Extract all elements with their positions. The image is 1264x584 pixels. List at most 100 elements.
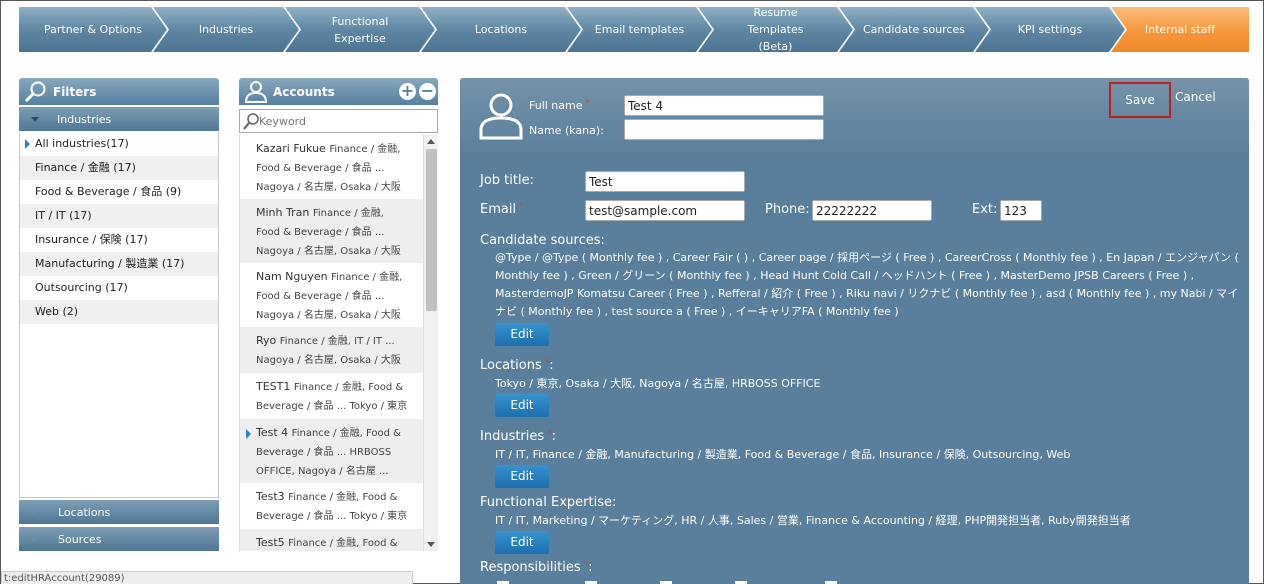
scrollbar-thumb[interactable] xyxy=(426,149,437,311)
filter-item-label: Finance / 金融 (17) xyxy=(35,161,136,174)
functional-expertise-label: Functional Expertise: xyxy=(480,495,617,510)
locations-filter-header[interactable]: Locations xyxy=(19,500,219,524)
step-label: Locations xyxy=(474,23,528,36)
save-button[interactable]: Save xyxy=(1109,82,1171,118)
locations-label: Locations *: xyxy=(480,358,554,373)
edit-locations-button[interactable]: Edit xyxy=(495,394,549,417)
step-label: Resume Templates (Beta) xyxy=(747,6,804,53)
functional-expertise-text: IT / IT, Marketing / マーケティング, HR / 人事, S… xyxy=(495,514,1131,527)
edit-label: Edit xyxy=(510,535,534,549)
minus-circle-icon[interactable]: − xyxy=(419,83,436,100)
sources-filter-header[interactable]: Sources xyxy=(19,527,219,551)
filter-item[interactable]: All industries(17) xyxy=(20,132,218,156)
scroll-down-icon[interactable] xyxy=(427,542,435,547)
filter-item[interactable]: IT / IT (17) xyxy=(20,204,218,228)
filter-item[interactable]: Food & Beverage / 食品 (9) xyxy=(20,180,218,204)
industries-filter-list: All industries(17) Finance / 金融 (17) Foo… xyxy=(19,132,219,498)
account-search[interactable] xyxy=(239,109,438,133)
filter-item-label: Insurance / 保険 (17) xyxy=(35,233,148,246)
filter-item[interactable]: Insurance / 保険 (17) xyxy=(20,228,218,252)
account-item[interactable]: Nam Nguyen Finance / 金融, Food & Beverage… xyxy=(240,263,424,327)
step-industries[interactable]: Industries xyxy=(153,7,299,52)
step-label: Candidate sources xyxy=(863,23,965,36)
locations-text: Tokyo / 東京, Osaka / 大阪, Nagoya / 名古屋, HR… xyxy=(495,377,821,390)
step-partner-options[interactable]: Partner & Options xyxy=(19,7,167,52)
edit-label: Edit xyxy=(510,398,534,412)
account-item[interactable]: Minh Tran Finance / 金融, Food & Beverage … xyxy=(240,199,424,263)
edit-industries-button[interactable]: Edit xyxy=(495,465,549,488)
account-item-selected[interactable]: Test 4 Finance / 金融, Food & Beverage / 食… xyxy=(240,419,424,483)
account-name: TEST1 xyxy=(256,380,291,393)
account-name: Minh Tran xyxy=(256,206,310,219)
accounts-title: Accounts xyxy=(273,84,335,99)
filters-header: Filters xyxy=(19,78,219,105)
account-item[interactable]: Ryo Finance / 金融, IT / IT ... Nagoya / 名… xyxy=(240,327,424,373)
account-search-input[interactable] xyxy=(259,112,429,130)
edit-label: Edit xyxy=(510,327,534,341)
edit-candidate-sources-button[interactable]: Edit xyxy=(495,323,549,346)
wizard-steps: Partner & Options Industries Functional … xyxy=(19,7,1249,52)
cancel-button[interactable]: Cancel xyxy=(1175,90,1216,104)
filter-item-label: Web (2) xyxy=(35,305,79,318)
full-name-input[interactable] xyxy=(624,95,824,116)
filter-item[interactable]: Outsourcing (17) xyxy=(20,276,218,300)
step-locations[interactable]: Locations xyxy=(421,7,581,52)
step-internal-staff[interactable]: Internal staff xyxy=(1111,7,1249,52)
phone-label: Phone: xyxy=(765,202,810,217)
filter-item-label: Food & Beverage / 食品 (9) xyxy=(35,185,182,198)
email-input[interactable] xyxy=(585,200,745,221)
industries-filter-header[interactable]: Industries xyxy=(19,107,219,131)
candidate-sources-label: Candidate sources: xyxy=(480,233,605,248)
ext-label: Ext: xyxy=(972,202,998,217)
search-icon xyxy=(243,113,259,130)
filter-item[interactable]: Manufacturing / 製造業 (17) xyxy=(20,252,218,276)
step-kpi-settings[interactable]: KPI settings xyxy=(975,7,1125,52)
job-title-input[interactable] xyxy=(585,171,745,192)
step-label: Partner & Options xyxy=(44,23,142,36)
account-item[interactable]: TEST1 Finance / 金融, Food & Beverage / 食品… xyxy=(240,373,424,419)
account-item[interactable]: Test3 Finance / 金融, Food & Beverage / 食品… xyxy=(240,483,424,529)
account-item[interactable]: Kazari Fukue Finance / 金融, Food & Bevera… xyxy=(240,135,424,199)
step-label: Functional Expertise xyxy=(331,14,389,45)
name-kana-input[interactable] xyxy=(624,119,824,140)
expand-icon xyxy=(33,508,38,516)
plus-circle-icon[interactable]: + xyxy=(399,83,416,100)
step-label: Email templates xyxy=(594,23,685,36)
account-detail: Finance / 金融, IT / IT ... Nagoya / 名古屋, … xyxy=(256,336,401,366)
filter-item[interactable]: Web (2) xyxy=(20,300,218,324)
industries-filter-label: Industries xyxy=(57,112,112,126)
step-label: KPI settings xyxy=(1017,23,1083,36)
account-item[interactable]: Test5 Finance / 金融, Food & ... xyxy=(240,529,424,551)
filter-item-label: IT / IT (17) xyxy=(35,209,92,222)
accounts-scrollbar[interactable] xyxy=(423,135,438,551)
step-functional-expertise[interactable]: Functional Expertise xyxy=(285,7,435,52)
edit-functional-expertise-button[interactable]: Edit xyxy=(495,531,549,554)
step-candidate-sources[interactable]: Candidate sources xyxy=(839,7,989,52)
step-resume-templates[interactable]: Resume Templates (Beta) xyxy=(698,7,853,52)
phone-input[interactable] xyxy=(812,200,932,221)
name-kana-label: Name (kana): xyxy=(529,124,604,137)
step-email-templates[interactable]: Email templates xyxy=(567,7,712,52)
user-avatar-icon xyxy=(479,93,523,140)
status-text: t:editHRAccount(29089) xyxy=(4,573,125,584)
filters-title: Filters xyxy=(53,84,97,99)
account-name: Kazari Fukue xyxy=(256,142,326,155)
accounts-list: Kazari Fukue Finance / 金融, Food & Bevera… xyxy=(239,135,438,551)
candidate-sources-text: @Type / @Type ( Monthly fee ) , Career F… xyxy=(495,251,1239,318)
selected-arrow-icon xyxy=(246,429,251,439)
ext-input[interactable] xyxy=(1000,200,1042,221)
accounts-header: Accounts + − xyxy=(239,78,438,105)
scroll-up-icon[interactable] xyxy=(427,139,435,144)
filter-item-label: Outsourcing (17) xyxy=(35,281,128,294)
status-bar: t:editHRAccount(29089) xyxy=(1,571,413,584)
account-name: Ryo xyxy=(256,334,277,347)
collapse-icon xyxy=(31,116,39,122)
account-edit-header: Full name* Name (kana): Save Cancel xyxy=(460,78,1249,154)
user-icon xyxy=(244,80,268,103)
filter-item-label: All industries(17) xyxy=(35,137,129,150)
email-label: Email * xyxy=(480,202,524,217)
filter-item[interactable]: Finance / 金融 (17) xyxy=(20,156,218,180)
filter-item-label: Manufacturing / 製造業 (17) xyxy=(35,257,185,270)
expand-icon xyxy=(33,535,38,543)
account-edit-panel: Full name* Name (kana): Save Cancel Job … xyxy=(460,78,1249,584)
